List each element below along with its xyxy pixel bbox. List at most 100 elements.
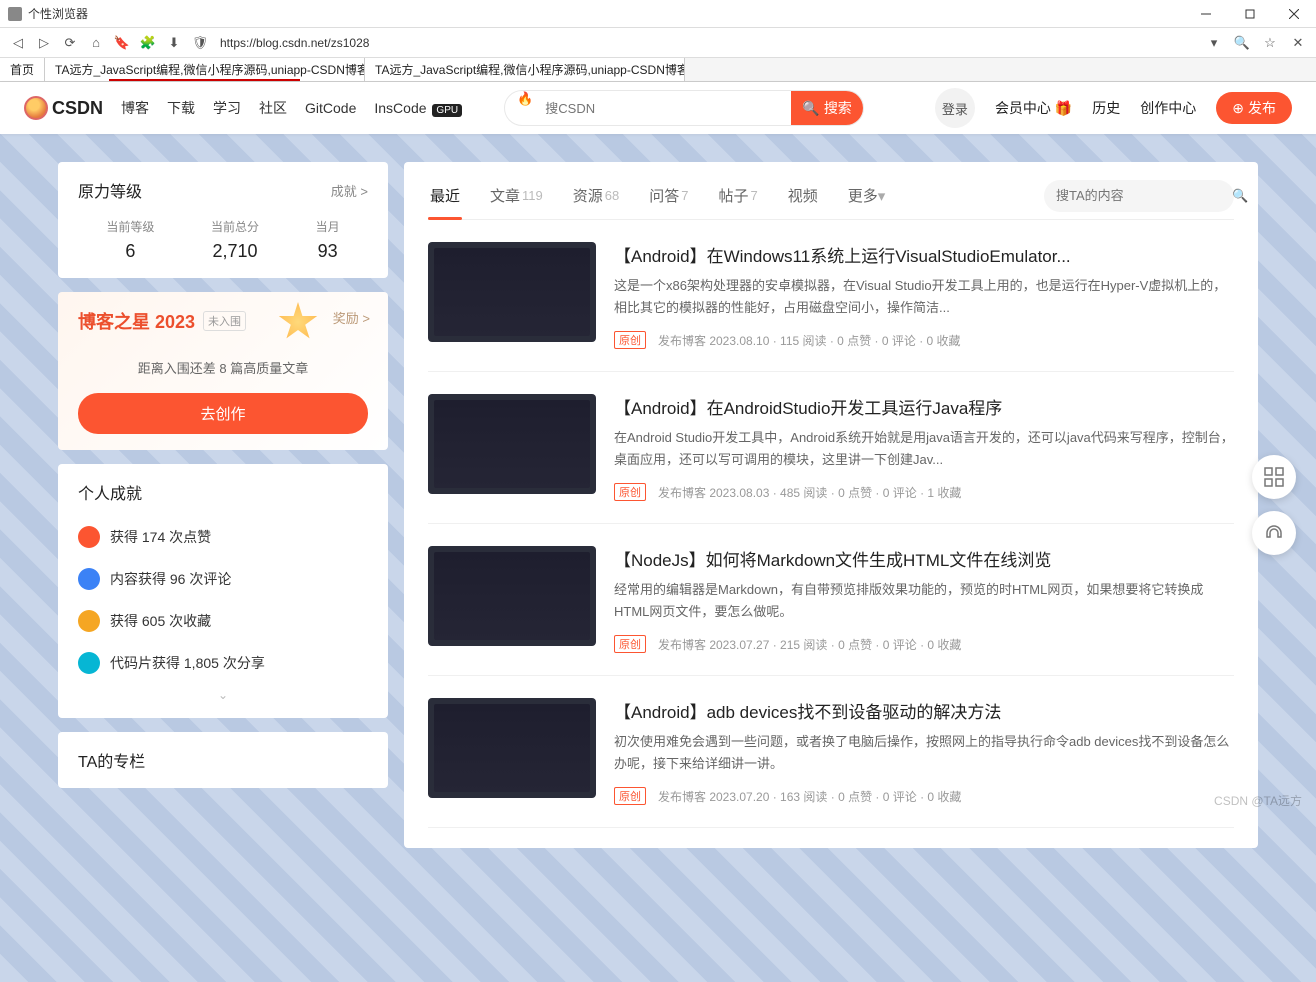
original-tag: 原创 [614, 483, 646, 501]
star-card: 博客之星 2023 未入围 奖励 > 距离入围还差 8 篇高质量文章 去创作 [58, 292, 388, 450]
create-button[interactable]: 去创作 [78, 393, 368, 434]
inner-search-input[interactable] [1056, 188, 1232, 203]
level-title: 原力等级 [78, 178, 142, 202]
star-reward[interactable]: 奖励 > [333, 308, 370, 327]
star-fav-icon [78, 610, 100, 632]
reload-button[interactable]: ⟳ [60, 33, 80, 53]
nav-gitcode[interactable]: GitCode [305, 100, 356, 116]
article-item[interactable]: 【NodeJs】如何将Markdown文件生成HTML文件在线浏览 经常用的编辑… [428, 524, 1234, 676]
tab-video[interactable]: 视频 [786, 172, 820, 219]
article-meta: 原创 发布博客 2023.07.20 · 163 阅读 · 0 点赞 · 0 评… [614, 787, 1234, 805]
page-viewport: CSDN 博客 下载 学习 社区 GitCode InsCode GPU 🔥 🔍… [0, 82, 1316, 982]
tab-1[interactable]: TA远方_JavaScript编程,微信小程序源码,uniapp-CSDN博客 [45, 58, 365, 81]
tab-post[interactable]: 帖子7 [717, 172, 760, 219]
nav-inscode[interactable]: InsCode GPU [374, 100, 462, 116]
close-button[interactable] [1272, 0, 1316, 28]
article-item[interactable]: 【Android】在Windows11系统上运行VisualStudioEmul… [428, 220, 1234, 372]
tab-1-label: TA远方_JavaScript编程,微信小程序源码,uniapp-CSDN博客 [55, 61, 365, 78]
stat-label-2: 当月 [316, 218, 340, 235]
achieve-item-shares: 代码片获得 1,805 次分享 [78, 642, 368, 684]
article-meta: 原创 发布博客 2023.08.03 · 485 阅读 · 0 点赞 · 0 评… [614, 483, 1234, 501]
publish-button[interactable]: ⊕ 发布 [1216, 92, 1292, 124]
article-thumb [428, 698, 596, 798]
site-search: 🔥 🔍 搜索 [504, 90, 864, 126]
gpu-badge: GPU [432, 104, 462, 117]
nav-learn[interactable]: 学习 [213, 98, 241, 118]
support-button[interactable] [1252, 511, 1296, 555]
extension-button[interactable]: 🧩 [138, 33, 158, 53]
nav-download[interactable]: 下载 [167, 98, 195, 118]
nav-blog[interactable]: 博客 [121, 98, 149, 118]
tab-article[interactable]: 文章119 [488, 172, 545, 219]
forward-button[interactable]: ▷ [34, 33, 54, 53]
login-button[interactable]: 登录 [935, 88, 975, 128]
nav-history[interactable]: 历史 [1092, 98, 1120, 118]
logo-text: CSDN [52, 98, 103, 119]
code-icon [78, 652, 100, 674]
article-desc: 初次使用难免会遇到一些问题，或者换了电脑后操作，按照网上的指导执行命令adb d… [614, 731, 1234, 775]
level-more[interactable]: 成就 > [331, 181, 368, 200]
home-button[interactable]: ⌂ [86, 33, 106, 53]
expand-button[interactable]: ⌄ [78, 684, 368, 702]
bookmark-button[interactable]: 🔖 [112, 33, 132, 53]
download-button[interactable]: ⬇ [164, 33, 184, 53]
nav-creator[interactable]: 创作中心 [1140, 98, 1196, 118]
float-buttons [1252, 455, 1296, 555]
star-desc: 距离入围还差 8 篇高质量文章 [78, 358, 368, 377]
nav-vip[interactable]: 会员中心 🎁 [995, 98, 1072, 118]
browser-toolbar: ◁ ▷ ⟳ ⌂ 🔖 🧩 ⬇ 🛡 ▾ 🔍 ☆ ✕ [0, 28, 1316, 58]
gift-icon: 🎁 [1055, 100, 1072, 116]
back-button[interactable]: ◁ [8, 33, 28, 53]
thumb-icon [78, 526, 100, 548]
article-item[interactable]: 【Android】adb devices找不到设备驱动的解决方法 初次使用难免会… [428, 676, 1234, 828]
watermark: CSDN @TA远方 [1214, 792, 1302, 809]
achieve-item-comments: 内容获得 96 次评论 [78, 558, 368, 600]
article-item[interactable]: 【Android】在AndroidStudio开发工具运行Java程序 在And… [428, 372, 1234, 524]
url-input[interactable] [216, 32, 1198, 54]
star-icon[interactable]: ☆ [1260, 33, 1280, 53]
star-tag: 未入围 [203, 311, 246, 331]
stat-label-0: 当前等级 [106, 218, 154, 235]
tab-resource[interactable]: 资源68 [571, 172, 621, 219]
tab-recent[interactable]: 最近 [428, 172, 462, 219]
column-card: TA的专栏 [58, 732, 388, 788]
tab-2[interactable]: TA远方_JavaScript编程,微信小程序源码,uniapp-CSDN博客 [365, 58, 685, 81]
sidebar: 原力等级 成就 > 当前等级6 当前总分2,710 当月93 博客之星 2023… [58, 162, 388, 848]
achieve-title: 个人成就 [78, 480, 142, 504]
article-meta: 原创 发布博客 2023.07.27 · 215 阅读 · 0 点赞 · 0 评… [614, 635, 1234, 653]
tab-qa[interactable]: 问答7 [647, 172, 690, 219]
site-search-input[interactable] [533, 91, 791, 125]
search-icon[interactable]: 🔍 [1232, 188, 1248, 204]
window-titlebar: 个性浏览器 [0, 0, 1316, 28]
site-search-button[interactable]: 🔍 搜索 [791, 91, 863, 125]
achieve-item-likes: 获得 174 次点赞 [78, 516, 368, 558]
article-desc: 经常用的编辑器是Markdown，有自带预览排版效果功能的，预览的时HTML网页… [614, 579, 1234, 623]
content-tabs: 最近 文章119 资源68 问答7 帖子7 视频 更多 ▾ 🔍 [428, 172, 1234, 220]
original-tag: 原创 [614, 635, 646, 653]
achieve-item-favs: 获得 605 次收藏 [78, 600, 368, 642]
original-tag: 原创 [614, 787, 646, 805]
article-title: 【NodeJs】如何将Markdown文件生成HTML文件在线浏览 [614, 546, 1234, 571]
article-title: 【Android】adb devices找不到设备驱动的解决方法 [614, 698, 1234, 723]
app-icon [8, 7, 22, 21]
dropdown-icon[interactable]: ▾ [1204, 33, 1224, 53]
minimize-button[interactable] [1184, 0, 1228, 28]
maximize-button[interactable] [1228, 0, 1272, 28]
stat-value-1: 2,710 [211, 241, 259, 262]
search-icon[interactable]: 🔍 [1232, 33, 1252, 53]
site-nav: CSDN 博客 下载 学习 社区 GitCode InsCode GPU 🔥 🔍… [0, 82, 1316, 134]
article-thumb [428, 546, 596, 646]
tab-home[interactable]: 首页 [0, 58, 45, 81]
window-title: 个性浏览器 [28, 5, 88, 22]
article-thumb [428, 394, 596, 494]
tab-strip: 首页 TA远方_JavaScript编程,微信小程序源码,uniapp-CSDN… [0, 58, 1316, 82]
nav-community[interactable]: 社区 [259, 98, 287, 118]
star-title: 博客之星 2023 未入围 [78, 308, 368, 334]
tab-more[interactable]: 更多 ▾ [846, 172, 888, 219]
level-card: 原力等级 成就 > 当前等级6 当前总分2,710 当月93 [58, 162, 388, 278]
site-logo[interactable]: CSDN [24, 96, 103, 120]
clear-icon[interactable]: ✕ [1288, 33, 1308, 53]
qr-button[interactable] [1252, 455, 1296, 499]
comment-icon [78, 568, 100, 590]
stat-value-0: 6 [106, 241, 154, 262]
